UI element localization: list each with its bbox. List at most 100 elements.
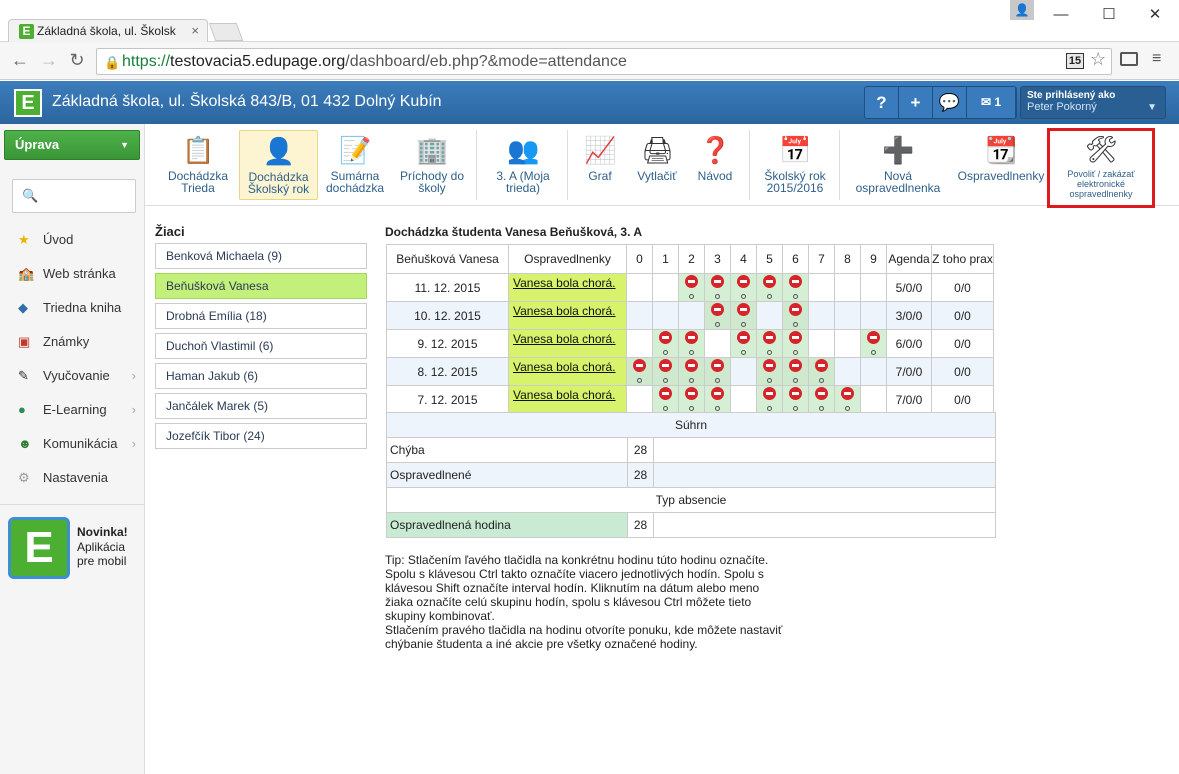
excuse-link[interactable]: Vanesa bola chorá. — [513, 332, 616, 346]
edupage-logo[interactable]: E — [14, 89, 42, 117]
student-item-selected[interactable]: Beňušková Vanesa — [155, 273, 367, 299]
minimize-button[interactable]: — — [1046, 4, 1076, 26]
hour-cell[interactable] — [678, 301, 705, 330]
hour-cell[interactable] — [730, 357, 757, 386]
hour-cell-absent[interactable] — [860, 329, 887, 358]
student-item[interactable]: Jozefčík Tibor (24) — [155, 423, 367, 449]
sidebar-item-elearning[interactable]: ● E-Learning › — [0, 396, 144, 424]
hour-cell[interactable] — [834, 329, 861, 358]
edit-button[interactable]: Úprava ▼ — [4, 130, 140, 160]
hour-cell[interactable] — [626, 273, 653, 302]
extension-badge[interactable]: 15 — [1066, 53, 1084, 69]
hour-cell-absent[interactable] — [652, 329, 679, 358]
student-item[interactable]: Duchoň Vlastimil (6) — [155, 333, 367, 359]
hour-cell-absent[interactable] — [834, 385, 861, 414]
hour-cell-absent[interactable] — [782, 385, 809, 414]
add-button[interactable]: + — [899, 87, 933, 118]
date-cell[interactable]: 10. 12. 2015 — [386, 301, 509, 330]
date-cell[interactable]: 11. 12. 2015 — [386, 273, 509, 302]
table-row[interactable]: 9. 12. 2015 Vanesa bola chorá. 6/0/0 0/0 — [386, 329, 994, 358]
hour-cell-absent[interactable] — [782, 357, 809, 386]
hour-cell-absent[interactable] — [678, 329, 705, 358]
graph-button[interactable]: 📈 Graf — [575, 130, 625, 200]
hour-cell[interactable] — [730, 385, 757, 414]
hour-cell[interactable] — [860, 273, 887, 302]
date-cell[interactable]: 7. 12. 2015 — [386, 385, 509, 414]
new-excuse-button[interactable]: ➕ Nová ospravedlnenka — [849, 130, 947, 200]
hour-cell[interactable] — [808, 301, 835, 330]
hour-cell[interactable] — [860, 301, 887, 330]
table-row[interactable]: 8. 12. 2015 Vanesa bola chorá. 7/0/0 0/0 — [386, 357, 994, 386]
hour-cell[interactable] — [834, 357, 861, 386]
hour-cell-absent[interactable] — [730, 273, 757, 302]
arrivals-button[interactable]: 🏢 Príchody do školy — [395, 130, 469, 200]
my-class-button[interactable]: 👥 3. A (Moja trieda) — [481, 130, 565, 200]
cast-icon[interactable] — [1120, 52, 1138, 66]
toggle-electronic-excuses-button[interactable]: 🛠 Povoliť / zakázať elektronické ospravedln… — [1047, 128, 1155, 208]
hour-cell[interactable] — [652, 273, 679, 302]
hour-cell-absent[interactable] — [626, 357, 653, 386]
hour-cell-absent[interactable] — [782, 301, 809, 330]
school-year-button[interactable]: 📅 Školský rok 2015/2016 — [757, 130, 833, 200]
sidebar-item-komunikacia[interactable]: ☻ Komunikácia › — [0, 430, 144, 458]
excuse-link[interactable]: Vanesa bola chorá. — [513, 360, 616, 374]
close-tab-icon[interactable]: × — [191, 20, 199, 42]
bookmark-star-icon[interactable]: ☆ — [1090, 49, 1106, 70]
excuse-link[interactable]: Vanesa bola chorá. — [513, 276, 616, 290]
attendance-year-button[interactable]: 👤 Dochádzka Školský rok — [239, 130, 318, 200]
hour-cell-absent[interactable] — [808, 385, 835, 414]
date-cell[interactable]: 8. 12. 2015 — [386, 357, 509, 386]
maximize-button[interactable]: ☐ — [1094, 4, 1124, 26]
excuses-button[interactable]: 📆 Ospravedlnenky — [953, 130, 1049, 200]
search-input[interactable]: 🔍 — [12, 179, 136, 213]
hour-cell[interactable] — [756, 301, 783, 330]
hour-cell-absent[interactable] — [756, 329, 783, 358]
hour-cell-absent[interactable] — [756, 273, 783, 302]
reload-button[interactable]: ↻ — [66, 50, 88, 71]
hour-cell-absent[interactable] — [704, 357, 731, 386]
hour-cell-absent[interactable] — [678, 273, 705, 302]
hour-cell[interactable] — [704, 329, 731, 358]
hour-cell[interactable] — [860, 385, 887, 414]
sidebar-item-uvod[interactable]: ★ Úvod — [0, 226, 144, 254]
hour-cell[interactable] — [808, 329, 835, 358]
hour-cell[interactable] — [808, 273, 835, 302]
date-cell[interactable]: 9. 12. 2015 — [386, 329, 509, 358]
excuse-link[interactable]: Vanesa bola chorá. — [513, 304, 616, 318]
hour-cell-absent[interactable] — [730, 301, 757, 330]
hour-cell[interactable] — [860, 357, 887, 386]
address-bar[interactable]: 🔒 https://testovacia5.edupage.org/dashbo… — [96, 48, 1112, 75]
hour-cell-absent[interactable] — [678, 357, 705, 386]
browser-tab[interactable]: E Základná škola, ul. Školsk × — [8, 19, 208, 43]
table-row[interactable]: 10. 12. 2015 Vanesa bola chorá. 3/0/0 0/0 — [386, 301, 994, 330]
student-item[interactable]: Jančálek Marek (5) — [155, 393, 367, 419]
help-guide-button[interactable]: ❓ Návod — [690, 130, 740, 200]
excuse-link[interactable]: Vanesa bola chorá. — [513, 388, 616, 402]
hour-cell[interactable] — [626, 329, 653, 358]
hour-cell[interactable] — [626, 301, 653, 330]
student-item[interactable]: Haman Jakub (6) — [155, 363, 367, 389]
back-button[interactable]: ← — [9, 50, 31, 71]
hour-cell-absent[interactable] — [704, 301, 731, 330]
hour-cell-absent[interactable] — [782, 273, 809, 302]
hour-cell-absent[interactable] — [756, 357, 783, 386]
sidebar-item-znamky[interactable]: ▣ Známky — [0, 328, 144, 356]
attendance-class-button[interactable]: 📋 Dochádzka Trieda — [163, 130, 233, 200]
hour-cell-absent[interactable] — [652, 357, 679, 386]
sidebar-item-triedna-kniha[interactable]: ◆ Triedna kniha — [0, 294, 144, 322]
summary-attendance-button[interactable]: 📝 Sumárna dochádzka — [321, 130, 389, 200]
table-row[interactable]: 11. 12. 2015 Vanesa bola chorá. 5/0/0 0/0 — [386, 273, 994, 302]
hour-cell-absent[interactable] — [782, 329, 809, 358]
sidebar-item-web[interactable]: 🏫 Web stránka — [0, 260, 144, 288]
hour-cell-absent[interactable] — [756, 385, 783, 414]
mobile-app-promo[interactable]: E Novinka! Aplikácia pre mobil — [0, 504, 144, 584]
hour-cell-absent[interactable] — [704, 385, 731, 414]
mail-button[interactable]: ✉ 1 — [967, 87, 1016, 118]
hour-cell-absent[interactable] — [678, 385, 705, 414]
table-row[interactable]: 7. 12. 2015 Vanesa bola chorá. 7/0/0 0/0 — [386, 385, 994, 414]
sidebar-item-vyucovanie[interactable]: ✎ Vyučovanie › — [0, 362, 144, 390]
hour-cell[interactable] — [834, 273, 861, 302]
hour-cell[interactable] — [652, 301, 679, 330]
hour-cell-absent[interactable] — [704, 273, 731, 302]
col-student[interactable]: Beňušková Vanesa — [386, 244, 509, 274]
